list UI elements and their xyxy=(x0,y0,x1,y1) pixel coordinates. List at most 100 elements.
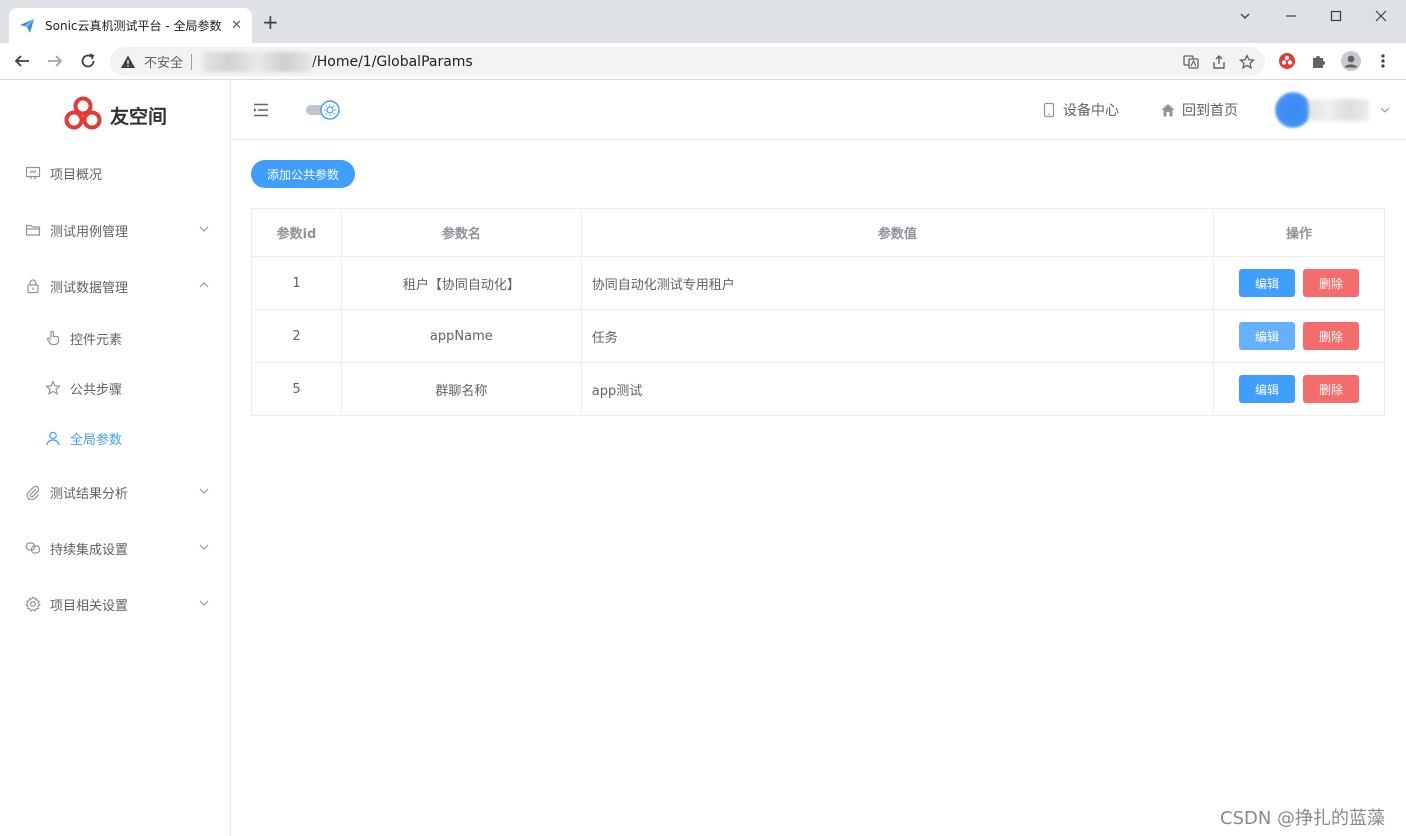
sidebar-item-label: 测试用例管理 xyxy=(50,224,129,240)
url-text: /Home/1/GlobalParams xyxy=(312,53,473,70)
maximize-icon[interactable] xyxy=(1313,0,1359,32)
home-icon xyxy=(1161,104,1175,117)
back-arrow-icon[interactable] xyxy=(10,49,34,73)
param-value: app测试 xyxy=(580,362,1215,416)
paper-plane-icon xyxy=(20,18,34,33)
column-header-id: 参数id xyxy=(251,208,342,257)
param-name: 租户【协同自动化】 xyxy=(340,256,582,310)
more-menu-icon[interactable] xyxy=(1376,49,1390,73)
edit-button[interactable]: 编辑 xyxy=(1239,322,1296,350)
add-public-param-button[interactable]: 添加公共参数 xyxy=(251,160,355,188)
chevron-down-icon xyxy=(199,600,209,606)
sidebar: 友空间 项目概况 测试用例管理 测试数据管理 控件元素 公共步骤 全局参数 测试… xyxy=(0,80,231,836)
tab-title: Sonic云真机测试平台 - 全局参数 xyxy=(45,19,222,33)
presentation-icon xyxy=(24,164,42,182)
params-table: 参数id 参数名 参数值 操作 1 租户【协同自动化】 协同自动化测试专用租户 … xyxy=(251,208,1385,416)
sidebar-item-project-settings[interactable]: 项目相关设置 xyxy=(0,584,230,624)
back-home-link[interactable]: 回到首页 xyxy=(1160,80,1238,140)
separator xyxy=(191,53,193,70)
warning-icon[interactable] xyxy=(120,54,136,70)
param-value: 协同自动化测试专用租户 xyxy=(580,256,1215,310)
watermark: CSDN @挣扎的蓝藻 xyxy=(1220,808,1386,829)
close-window-icon[interactable] xyxy=(1358,0,1404,32)
sidebar-item-label: 公共步骤 xyxy=(70,382,123,398)
sidebar-item-public-steps[interactable]: 公共步骤 xyxy=(0,368,230,408)
param-id: 5 xyxy=(251,362,342,416)
browser-toolbar: 不安全 /Home/1/GlobalParams xyxy=(0,43,1406,80)
chevron-down-icon[interactable] xyxy=(1379,104,1391,116)
redacted-host xyxy=(202,51,313,72)
user-icon xyxy=(44,429,62,447)
chevron-down-icon xyxy=(199,488,209,494)
param-value: 任务 xyxy=(580,309,1215,363)
reload-icon[interactable] xyxy=(76,49,100,73)
link-icon xyxy=(24,539,42,557)
theme-toggle[interactable] xyxy=(305,99,341,121)
extension-red-icon[interactable] xyxy=(1278,49,1296,73)
security-label: 不安全 xyxy=(144,56,184,71)
row-actions: 编辑 删除 xyxy=(1213,362,1385,416)
sidebar-item-controls[interactable]: 控件元素 xyxy=(0,318,230,358)
delete-button[interactable]: 删除 xyxy=(1303,375,1360,403)
sidebar-item-label: 测试结果分析 xyxy=(50,486,129,502)
sidebar-item-label: 项目相关设置 xyxy=(50,598,129,614)
sidebar-item-testcase-management[interactable]: 测试用例管理 xyxy=(0,210,230,250)
param-id: 2 xyxy=(251,309,342,363)
param-id: 1 xyxy=(251,256,342,310)
sidebar-item-label: 全局参数 xyxy=(70,432,123,448)
column-header-name: 参数名 xyxy=(340,208,582,257)
star-icon xyxy=(44,379,62,397)
row-actions: 编辑 删除 xyxy=(1213,309,1385,363)
sidebar-item-result-analysis[interactable]: 测试结果分析 xyxy=(0,472,230,512)
browser-tab[interactable]: Sonic云真机测试平台 - 全局参数 ✕ xyxy=(9,8,252,43)
mobile-device-icon xyxy=(1043,102,1055,118)
table-row: 1 租户【协同自动化】 协同自动化测试专用租户 编辑 删除 xyxy=(251,256,1385,310)
avatar[interactable] xyxy=(1275,92,1311,128)
star-bookmark-icon[interactable] xyxy=(1239,53,1255,70)
tab-search-icon[interactable] xyxy=(1222,0,1268,32)
table-row: 2 appName 任务 编辑 删除 xyxy=(251,309,1385,363)
chevron-down-icon xyxy=(199,226,209,232)
param-name: 群聊名称 xyxy=(340,362,582,416)
sidebar-item-testdata-management[interactable]: 测试数据管理 xyxy=(0,266,230,306)
back-home-label: 回到首页 xyxy=(1182,103,1238,119)
param-name: appName xyxy=(340,309,582,363)
chevron-down-icon xyxy=(199,544,209,550)
lock-icon xyxy=(24,277,42,295)
delete-button[interactable]: 删除 xyxy=(1303,322,1360,350)
sidebar-item-project-overview[interactable]: 项目概况 xyxy=(0,153,230,193)
profile-icon[interactable] xyxy=(1340,49,1362,73)
logo-text: 友空间 xyxy=(110,105,168,128)
new-tab-icon[interactable]: + xyxy=(262,12,279,32)
paperclip-icon xyxy=(24,483,42,501)
puzzle-extensions-icon[interactable] xyxy=(1310,49,1328,73)
sidebar-item-global-params[interactable]: 全局参数 xyxy=(0,418,230,458)
row-actions: 编辑 删除 xyxy=(1213,256,1385,310)
sidebar-item-label: 测试数据管理 xyxy=(50,280,129,296)
device-center-link[interactable]: 设备中心 xyxy=(1041,80,1119,140)
sidebar-item-label: 控件元素 xyxy=(70,332,123,348)
forward-arrow-icon[interactable] xyxy=(43,49,67,73)
sidebar-item-ci-settings[interactable]: 持续集成设置 xyxy=(0,528,230,568)
app-header: 设备中心 回到首页 xyxy=(231,80,1406,140)
redacted-username xyxy=(1309,99,1369,121)
column-header-actions: 操作 xyxy=(1213,208,1385,257)
address-bar[interactable]: 不安全 /Home/1/GlobalParams xyxy=(110,47,1265,76)
menu-fold-icon[interactable] xyxy=(252,101,270,119)
edit-button[interactable]: 编辑 xyxy=(1239,375,1296,403)
chevron-up-icon xyxy=(199,282,209,288)
delete-button[interactable]: 删除 xyxy=(1303,269,1360,297)
column-header-value: 参数值 xyxy=(580,208,1215,257)
close-tab-icon[interactable]: ✕ xyxy=(231,18,242,33)
browser-tab-bar: Sonic云真机测试平台 - 全局参数 ✕ + xyxy=(0,0,1406,43)
folder-icon xyxy=(24,221,42,239)
logo[interactable]: 友空间 xyxy=(64,96,167,134)
minimize-icon[interactable] xyxy=(1268,0,1314,32)
gear-icon xyxy=(24,595,42,613)
table-header-row: 参数id 参数名 参数值 操作 xyxy=(251,208,1385,257)
translate-icon[interactable] xyxy=(1183,54,1199,70)
logo-icon xyxy=(64,96,102,130)
edit-button[interactable]: 编辑 xyxy=(1239,269,1296,297)
table-row: 5 群聊名称 app测试 编辑 删除 xyxy=(251,362,1385,416)
share-icon[interactable] xyxy=(1211,54,1227,70)
